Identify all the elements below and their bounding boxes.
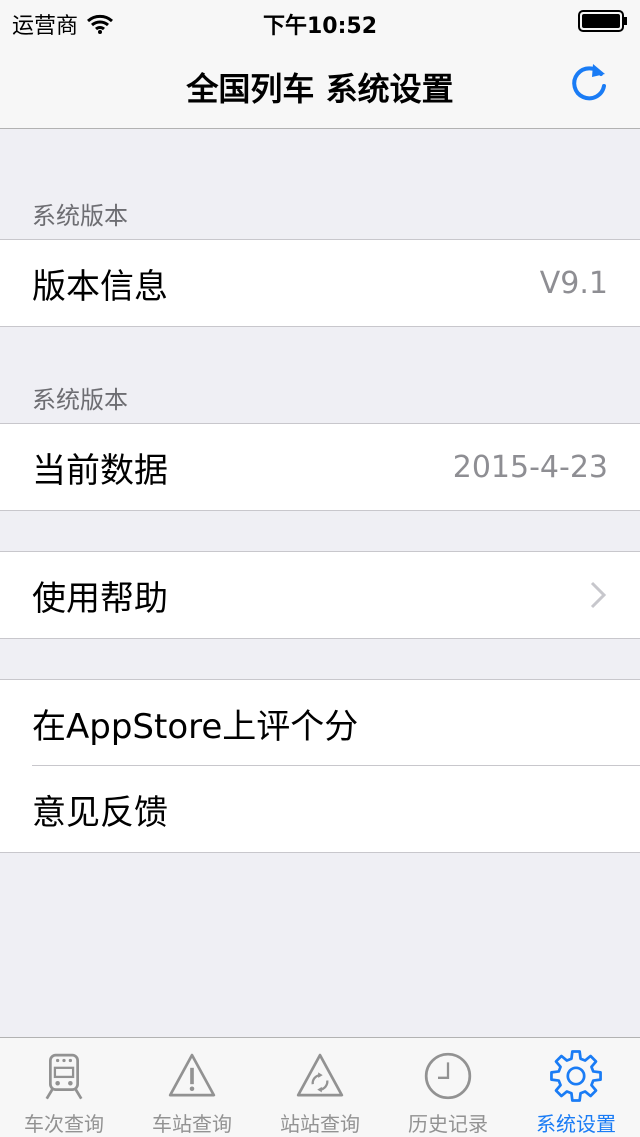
tab-station-to-station[interactable]: 站站查询 xyxy=(256,1038,384,1137)
tab-bar: 车次查询 车站查询 站站查询 历史记录 系统设置 xyxy=(0,1037,640,1137)
tab-train-query[interactable]: 车次查询 xyxy=(0,1038,128,1137)
refresh-icon[interactable] xyxy=(568,60,612,104)
feedback-row[interactable]: 意见反馈 xyxy=(0,766,640,852)
status-bar: 运营商 下午10:52 xyxy=(0,0,640,40)
page-title: 全国列车 系统设置 xyxy=(186,70,454,108)
tab-station-query[interactable]: 车站查询 xyxy=(128,1038,256,1137)
group-version: 版本信息 V9.1 xyxy=(0,239,640,327)
gear-icon xyxy=(550,1050,602,1102)
section-header-version: 系统版本 xyxy=(32,202,128,230)
status-time: 下午10:52 xyxy=(262,14,378,39)
clock-icon xyxy=(424,1052,472,1100)
navigation-bar: 全国列车 系统设置 xyxy=(0,40,640,129)
help-label: 使用帮助 xyxy=(32,578,168,619)
feedback-label: 意见反馈 xyxy=(32,792,168,833)
group-help: 使用帮助 xyxy=(0,551,640,639)
warning-triangle-icon xyxy=(168,1053,216,1097)
train-icon xyxy=(45,1053,83,1100)
version-info-row[interactable]: 版本信息 V9.1 xyxy=(0,240,640,326)
tab-label: 站站查询 xyxy=(280,1112,360,1136)
group-data: 当前数据 2015-4-23 xyxy=(0,423,640,511)
version-info-value: V9.1 xyxy=(539,265,608,301)
version-info-label: 版本信息 xyxy=(32,266,168,307)
tab-settings[interactable]: 系统设置 xyxy=(512,1038,640,1137)
help-row[interactable]: 使用帮助 xyxy=(0,552,640,638)
current-data-label: 当前数据 xyxy=(32,450,168,491)
rate-appstore-label: 在AppStore上评个分 xyxy=(32,706,359,747)
battery-icon xyxy=(578,10,627,32)
rate-appstore-row[interactable]: 在AppStore上评个分 xyxy=(0,680,640,766)
tab-history[interactable]: 历史记录 xyxy=(384,1038,512,1137)
chevron-right-icon xyxy=(590,581,607,609)
tab-label: 车站查询 xyxy=(152,1112,232,1136)
tab-label: 历史记录 xyxy=(408,1112,488,1136)
station-triangle-icon xyxy=(296,1053,344,1097)
current-data-row[interactable]: 当前数据 2015-4-23 xyxy=(0,424,640,510)
section-header-data: 系统版本 xyxy=(32,386,128,414)
tab-label: 车次查询 xyxy=(24,1112,104,1136)
current-data-value: 2015-4-23 xyxy=(452,449,608,485)
group-feedback: 在AppStore上评个分 意见反馈 xyxy=(0,679,640,853)
tab-label: 系统设置 xyxy=(536,1112,616,1136)
